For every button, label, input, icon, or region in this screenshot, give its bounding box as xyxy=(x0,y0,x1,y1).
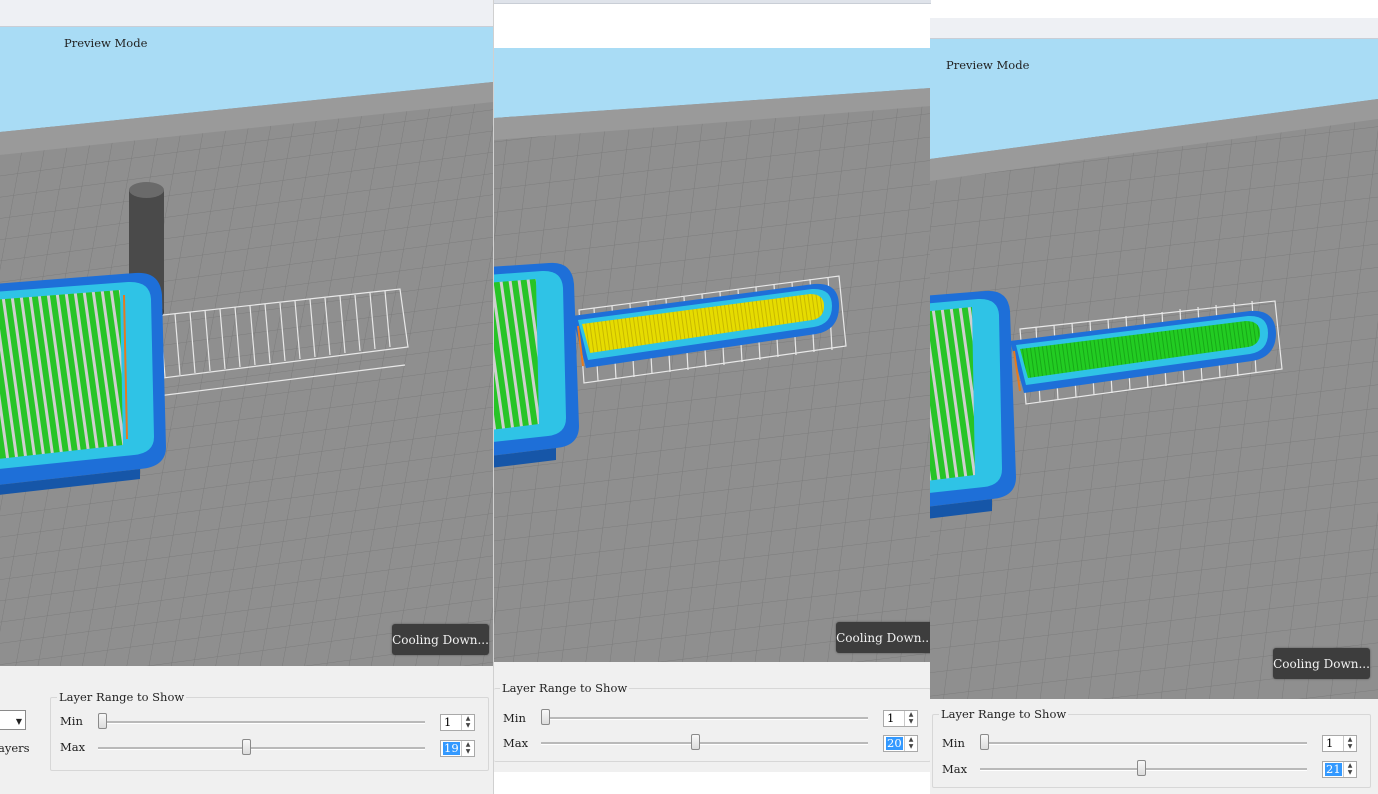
spin-up-icon[interactable]: ▲ xyxy=(1344,736,1356,743)
spin-down-icon[interactable]: ▼ xyxy=(462,722,474,729)
layer-range-title: Layer Range to Show xyxy=(500,681,630,695)
show-layers-label: ayers xyxy=(0,741,30,755)
spin-down-icon[interactable]: ▼ xyxy=(905,718,917,725)
max-slider-track[interactable] xyxy=(541,742,868,745)
layer-range-group: Layer Range to Show Min Max 1 ▲ ▼ 19 ▲ ▼ xyxy=(50,690,489,771)
min-slider-thumb[interactable] xyxy=(541,709,550,725)
spin-down-icon[interactable]: ▼ xyxy=(1344,769,1356,776)
cooling-down-toast: Cooling Down... xyxy=(1273,648,1370,679)
3d-viewport[interactable]: Cooling Down... xyxy=(494,48,931,662)
3d-viewport[interactable]: Preview Mode Cooling Down... xyxy=(0,27,493,666)
min-slider-thumb[interactable] xyxy=(98,713,107,729)
min-layer-value[interactable]: 1 xyxy=(886,712,895,725)
spin-up-icon[interactable]: ▲ xyxy=(1344,762,1356,769)
max-layer-value[interactable]: 21 xyxy=(1325,763,1342,776)
view-mode-combo[interactable]: ▼ xyxy=(0,710,26,730)
printed-base xyxy=(0,272,166,495)
spin-up-icon[interactable]: ▲ xyxy=(462,715,474,722)
min-layer-value[interactable]: 1 xyxy=(1325,737,1334,750)
min-label: Min xyxy=(503,711,526,725)
max-slider-thumb[interactable] xyxy=(691,734,701,750)
max-layer-value[interactable]: 20 xyxy=(886,737,903,750)
min-slider-thumb[interactable] xyxy=(980,734,989,750)
min-layer-spinbox[interactable]: 1 ▲ ▼ xyxy=(1322,735,1357,752)
preview-panel-2: Cooling Down... Layer Range to Show Min … xyxy=(493,0,931,794)
cooling-down-toast: Cooling Down... xyxy=(392,624,489,655)
window-top-strip xyxy=(494,0,931,4)
spin-down-icon[interactable]: ▼ xyxy=(462,748,474,755)
window-top-strip xyxy=(930,18,1378,39)
preview-panel-1: Preview Mode Cooling Down... ▼ ayers Lay… xyxy=(0,0,493,794)
max-slider-thumb[interactable] xyxy=(1136,760,1146,776)
print-preview-scene xyxy=(0,27,493,666)
max-layer-value[interactable]: 19 xyxy=(443,742,460,755)
spin-up-icon[interactable]: ▲ xyxy=(905,711,917,718)
min-layer-spinbox[interactable]: 1 ▲ ▼ xyxy=(883,710,918,727)
min-slider-track[interactable] xyxy=(98,721,425,724)
max-slider-thumb[interactable] xyxy=(241,739,251,755)
layer-controls: Layer Range to Show Min Max 1 ▲ ▼ 20 ▲ ▼ xyxy=(494,662,931,772)
max-layer-spinbox[interactable]: 21 ▲ ▼ xyxy=(1322,761,1357,778)
min-label: Min xyxy=(942,736,965,750)
min-layer-spinbox[interactable]: 1 ▲ ▼ xyxy=(440,714,475,731)
max-layer-spinbox[interactable]: 19 ▲ ▼ xyxy=(440,740,475,757)
spin-down-icon[interactable]: ▼ xyxy=(1344,743,1356,750)
spin-up-icon[interactable]: ▲ xyxy=(462,741,474,748)
cooling-down-toast: Cooling Down... xyxy=(836,622,931,653)
layer-range-title: Layer Range to Show xyxy=(57,690,187,704)
spin-down-icon[interactable]: ▼ xyxy=(905,743,917,750)
window-top-strip xyxy=(0,0,493,27)
layer-range-group: Layer Range to Show Min Max 1 ▲ ▼ 21 ▲ ▼ xyxy=(932,707,1371,788)
min-layer-value[interactable]: 1 xyxy=(443,716,452,729)
preview-panel-3: Preview Mode Cooling Down... Layer Range… xyxy=(930,18,1378,794)
dropdown-arrow-icon: ▼ xyxy=(15,717,22,726)
print-preview-scene xyxy=(930,39,1378,699)
max-label: Max xyxy=(503,736,529,750)
layer-range-group: Layer Range to Show Min Max 1 ▲ ▼ 20 ▲ ▼ xyxy=(494,681,931,762)
print-preview-scene xyxy=(494,48,931,662)
layer-controls: Layer Range to Show Min Max 1 ▲ ▼ 21 ▲ ▼ xyxy=(930,699,1378,794)
min-label: Min xyxy=(60,714,83,728)
min-slider-track[interactable] xyxy=(980,742,1307,745)
max-label: Max xyxy=(60,740,86,754)
layer-range-title: Layer Range to Show xyxy=(939,707,1069,721)
layer-controls: ▼ ayers Layer Range to Show Min Max 1 ▲ ▼… xyxy=(0,666,493,794)
preview-mode-label: Preview Mode xyxy=(64,36,148,50)
max-layer-spinbox[interactable]: 20 ▲ ▼ xyxy=(883,735,918,752)
spin-up-icon[interactable]: ▲ xyxy=(905,736,917,743)
preview-mode-label: Preview Mode xyxy=(946,58,1030,72)
3d-viewport[interactable]: Preview Mode Cooling Down... xyxy=(930,39,1378,699)
min-slider-track[interactable] xyxy=(541,717,868,720)
max-label: Max xyxy=(942,762,968,776)
printed-base xyxy=(930,290,1016,519)
printed-base xyxy=(494,262,579,468)
max-slider-track[interactable] xyxy=(98,747,425,750)
